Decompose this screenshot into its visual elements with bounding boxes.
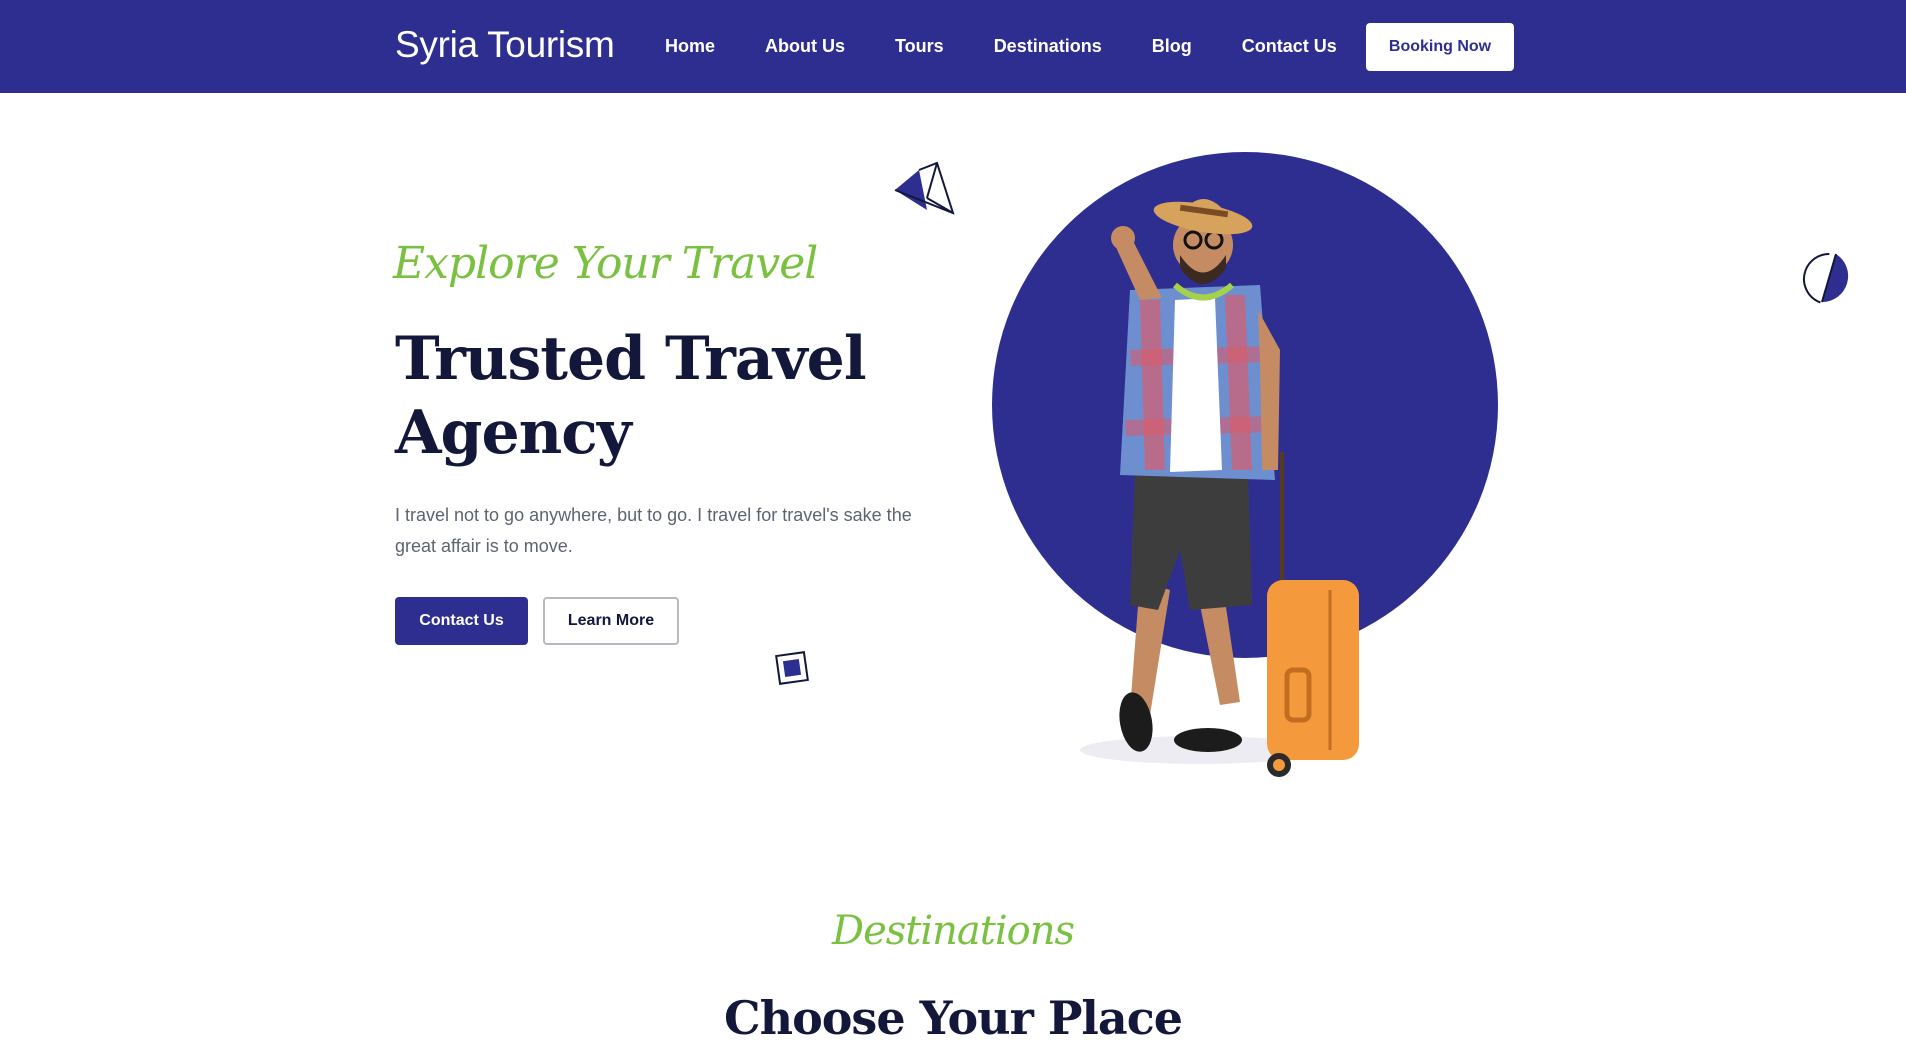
hero-description: I travel not to go anywhere, but to go. … [395, 505, 912, 556]
nav-link-contact-us[interactable]: Contact Us [1242, 36, 1337, 57]
paper-plane-triangle-icon [893, 160, 955, 221]
destinations-title: Choose Your Place [724, 991, 1183, 1045]
learn-more-button[interactable]: Learn More [543, 597, 679, 645]
top-navbar: Syria Tourism Home About Us Tours Destin… [0, 0, 1906, 93]
contact-us-button[interactable]: Contact Us [395, 597, 528, 645]
hero-script-heading: Explore Your Travel [393, 238, 818, 289]
nav-link-about-us[interactable]: About Us [765, 36, 845, 57]
nav-link-home[interactable]: Home [665, 36, 715, 57]
nav-link-blog[interactable]: Blog [1152, 36, 1192, 57]
suitcase [1267, 580, 1359, 760]
half-circle-icon [1800, 250, 1860, 315]
hero-traveler-image [990, 150, 1510, 780]
booking-now-button[interactable]: Booking Now [1366, 23, 1514, 71]
destinations-script-heading: Destinations [832, 908, 1075, 954]
nav-link-destinations[interactable]: Destinations [994, 36, 1102, 57]
square-outline-icon [772, 648, 812, 693]
brand-logo-text[interactable]: Syria Tourism [395, 24, 615, 66]
hero-title: Trusted Travel Agency [395, 324, 867, 468]
main-nav: Home About Us Tours Destinations Blog Co… [665, 36, 1387, 57]
nav-link-tours[interactable]: Tours [895, 36, 944, 57]
